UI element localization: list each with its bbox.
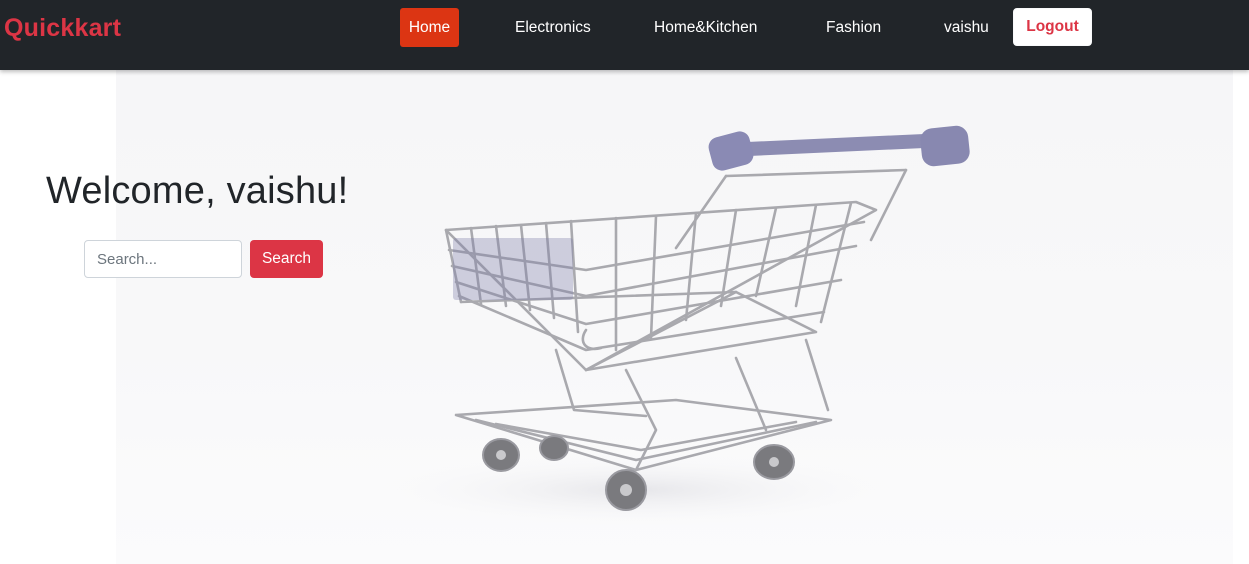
search-button[interactable]: Search	[250, 240, 323, 278]
logout-button[interactable]: Logout	[1013, 8, 1092, 46]
nav-home[interactable]: Home	[400, 8, 459, 47]
hero-left-margin	[0, 70, 116, 564]
nav-electronics[interactable]: Electronics	[515, 8, 591, 47]
shopping-cart-image	[376, 125, 970, 526]
welcome-heading: Welcome, vaishu!	[46, 170, 349, 212]
hero-banner	[116, 70, 1233, 564]
search-input[interactable]	[84, 240, 242, 278]
nav-username: vaishu	[944, 19, 989, 36]
nav-fashion[interactable]: Fashion	[826, 8, 881, 47]
nav-home-kitchen[interactable]: Home&Kitchen	[654, 8, 757, 47]
brand-logo[interactable]: Quickkart	[4, 14, 121, 43]
top-navbar: Quickkart Home Electronics Home&Kitchen …	[0, 0, 1249, 70]
